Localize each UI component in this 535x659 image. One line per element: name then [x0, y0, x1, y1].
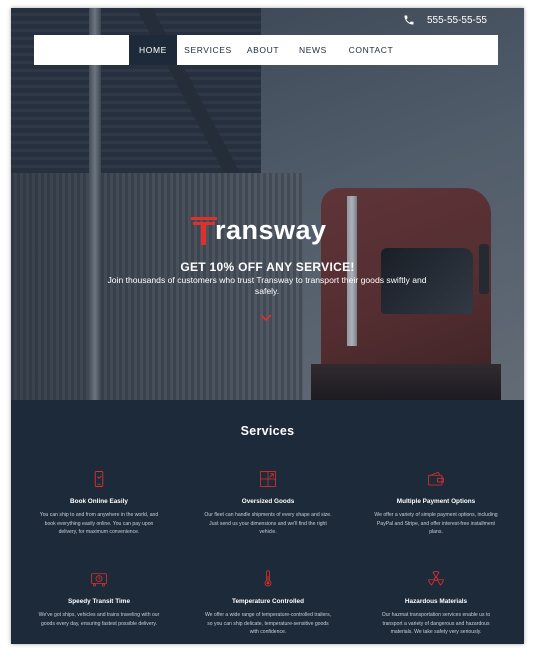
- truck-clock-icon: [91, 573, 107, 587]
- phone-icon: [94, 471, 104, 487]
- hero-subtitle: Join thousands of customers who trust Tr…: [107, 275, 427, 296]
- service-title: Speedy Transit Time: [67, 598, 131, 605]
- nav-item-services[interactable]: SERVICES: [177, 35, 239, 65]
- brand-name: ransway: [215, 215, 327, 245]
- service-desc: We offer a variety of simple payment opt…: [374, 512, 498, 536]
- service-title: Multiple Payment Options: [396, 498, 476, 505]
- header-phone[interactable]: 555-55-55-55: [403, 14, 487, 26]
- hero-section: 555-55-55-55 HOME SERVICES ABOUT NEWS CO…: [11, 8, 524, 400]
- services-title: Services: [240, 424, 295, 438]
- hero-brand: ransway: [191, 212, 351, 248]
- nav-item-home[interactable]: HOME: [129, 35, 177, 65]
- main-nav: HOME SERVICES ABOUT NEWS CONTACT: [129, 35, 498, 65]
- service-temperature-controlled: Temperature Controlled We offer a wide r…: [198, 570, 338, 637]
- thermometer-icon: [264, 570, 272, 587]
- service-payment-options: Multiple Payment Options We offer a vari…: [366, 470, 506, 537]
- service-book-online: Book Online Easily You can ship to and f…: [29, 470, 169, 537]
- hazard-icon: [428, 571, 444, 586]
- service-speedy-transit: Speedy Transit Time We've got ships, veh…: [29, 570, 169, 628]
- service-hazardous-materials: Hazardous Materials Our hazmat transport…: [366, 570, 506, 637]
- logo-placeholder[interactable]: [34, 35, 129, 65]
- service-desc: Our hazmat transportation services enabl…: [381, 612, 491, 636]
- service-title: Temperature Controlled: [232, 598, 304, 605]
- nav-item-news[interactable]: NEWS: [287, 35, 339, 65]
- service-desc: We've got ships, vehicles and trains tra…: [38, 612, 160, 627]
- box-size-icon: [260, 471, 276, 487]
- header-phone-number[interactable]: 555-55-55-55: [427, 15, 487, 26]
- phone-icon: [404, 15, 414, 25]
- brand-t-logo-mark: [191, 215, 217, 245]
- nav-item-about[interactable]: ABOUT: [239, 35, 287, 65]
- hero-overlay: [11, 8, 524, 400]
- chevron-down-icon[interactable]: [260, 314, 272, 322]
- service-title: Book Online Easily: [70, 498, 128, 505]
- brand-t-stem: [201, 222, 206, 245]
- wallet-icon: [428, 471, 444, 486]
- service-title: Hazardous Materials: [404, 598, 468, 605]
- service-desc: We offer a wide range of temperature-con…: [204, 612, 332, 636]
- nav-item-contact[interactable]: CONTACT: [339, 35, 403, 65]
- hero-promo: GET 10% OFF ANY SERVICE!: [180, 260, 355, 274]
- service-oversized-goods: Oversized Goods Our fleet can handle shi…: [198, 470, 338, 537]
- service-desc: Our fleet can handle shipments of every …: [204, 512, 332, 536]
- brand-t-bar-top: [191, 217, 217, 220]
- service-desc: You can ship to and from anywhere in the…: [39, 512, 159, 536]
- page-frame: 555-55-55-55 HOME SERVICES ABOUT NEWS CO…: [11, 8, 524, 644]
- services-section: Services Book Online Easily You can ship…: [11, 400, 524, 644]
- service-title: Oversized Goods: [241, 498, 295, 505]
